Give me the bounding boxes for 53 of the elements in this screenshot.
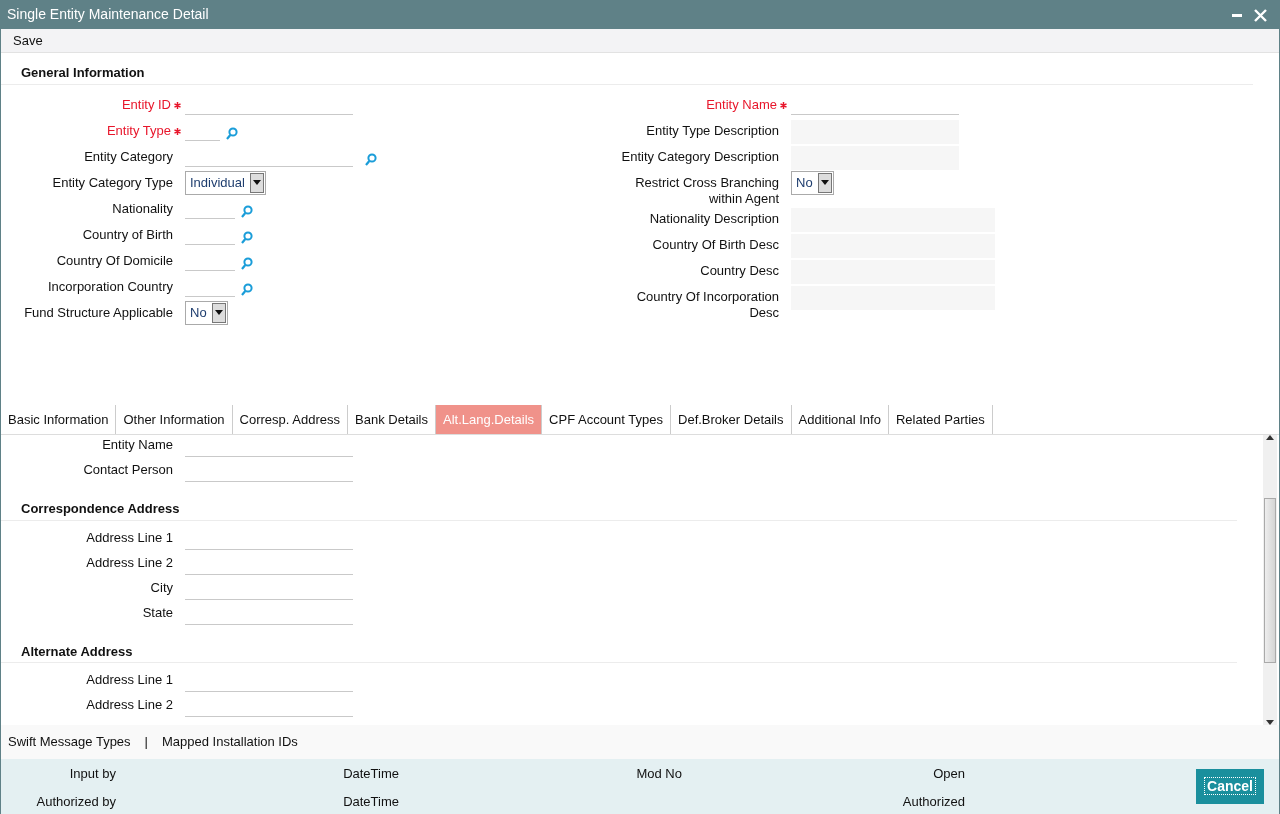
field-label: Country Of Incorporation Desc bbox=[636, 288, 779, 320]
field-label: Address Line 1 bbox=[86, 529, 173, 545]
save-button[interactable]: Save bbox=[9, 29, 47, 52]
field-label: Fund Structure Applicable bbox=[24, 304, 173, 320]
field-label: Entity Type bbox=[106, 122, 171, 138]
field-label: Nationality bbox=[112, 200, 173, 216]
cancel-button[interactable]: Cancel bbox=[1196, 769, 1264, 804]
audit-label: Mod No bbox=[635, 765, 682, 783]
caret-icon bbox=[214, 310, 223, 315]
field-label: Entity Name bbox=[706, 96, 777, 112]
field-label: Address Line 1 bbox=[86, 672, 173, 687]
audit-label: Authorized bbox=[901, 792, 965, 811]
scrollbar[interactable] bbox=[1263, 435, 1277, 725]
link[interactable]: Mapped Installation IDs bbox=[162, 732, 298, 752]
field-label: Entity Name bbox=[102, 437, 173, 452]
section-heading: Alternate Address bbox=[1, 627, 1237, 663]
link[interactable]: Swift Message Types bbox=[8, 732, 131, 752]
field-label: Restrict Cross Branching within Agent bbox=[635, 174, 779, 206]
field-label: Contact Person bbox=[83, 462, 173, 477]
separator-text: | bbox=[144, 733, 148, 752]
scroll-up-arrow-icon[interactable] bbox=[1266, 435, 1274, 440]
minimize-icon bbox=[1232, 14, 1242, 18]
field-label: State bbox=[142, 604, 173, 620]
field-label: Incorporation Country bbox=[48, 278, 173, 294]
dropdown[interactable]: No bbox=[185, 300, 228, 325]
scroll-down-arrow-icon[interactable] bbox=[1266, 720, 1274, 725]
caret-icon bbox=[820, 180, 829, 185]
field-label: City bbox=[150, 579, 173, 595]
field-label: Entity Category bbox=[84, 148, 173, 164]
field-label: Entity ID bbox=[121, 96, 171, 112]
audit-label: DateTime bbox=[342, 765, 399, 783]
caret-icon bbox=[252, 180, 261, 185]
dropdown[interactable]: No bbox=[791, 170, 834, 195]
field-label: Country Desc bbox=[700, 262, 779, 278]
section-heading: Correspondence Address bbox=[1, 485, 1237, 521]
section-heading: General Information bbox=[1, 53, 1253, 85]
close-icon bbox=[1254, 8, 1267, 22]
field-label: Country of Birth bbox=[82, 226, 173, 242]
field-label: Nationality Description bbox=[649, 210, 779, 226]
dropdown[interactable]: Individual bbox=[185, 170, 266, 195]
audit-label: Open bbox=[932, 765, 965, 783]
field-label: Entity Type Description bbox=[646, 122, 779, 138]
field-label: Entity Category Description bbox=[621, 148, 779, 164]
readonly-field[interactable] bbox=[791, 145, 959, 170]
field-label: Country Of Domicile bbox=[56, 252, 173, 268]
audit-label: Input by bbox=[68, 765, 116, 783]
field-label: Address Line 2 bbox=[86, 697, 173, 712]
audit-label: Authorized by bbox=[35, 792, 116, 811]
field-label: Address Line 2 bbox=[86, 554, 173, 570]
field-label: Entity Category Type bbox=[52, 174, 173, 190]
audit-label: DateTime bbox=[342, 792, 399, 811]
window-title: Single Entity Maintenance Detail bbox=[7, 5, 209, 24]
field-label: Country Of Birth Desc bbox=[652, 236, 779, 252]
